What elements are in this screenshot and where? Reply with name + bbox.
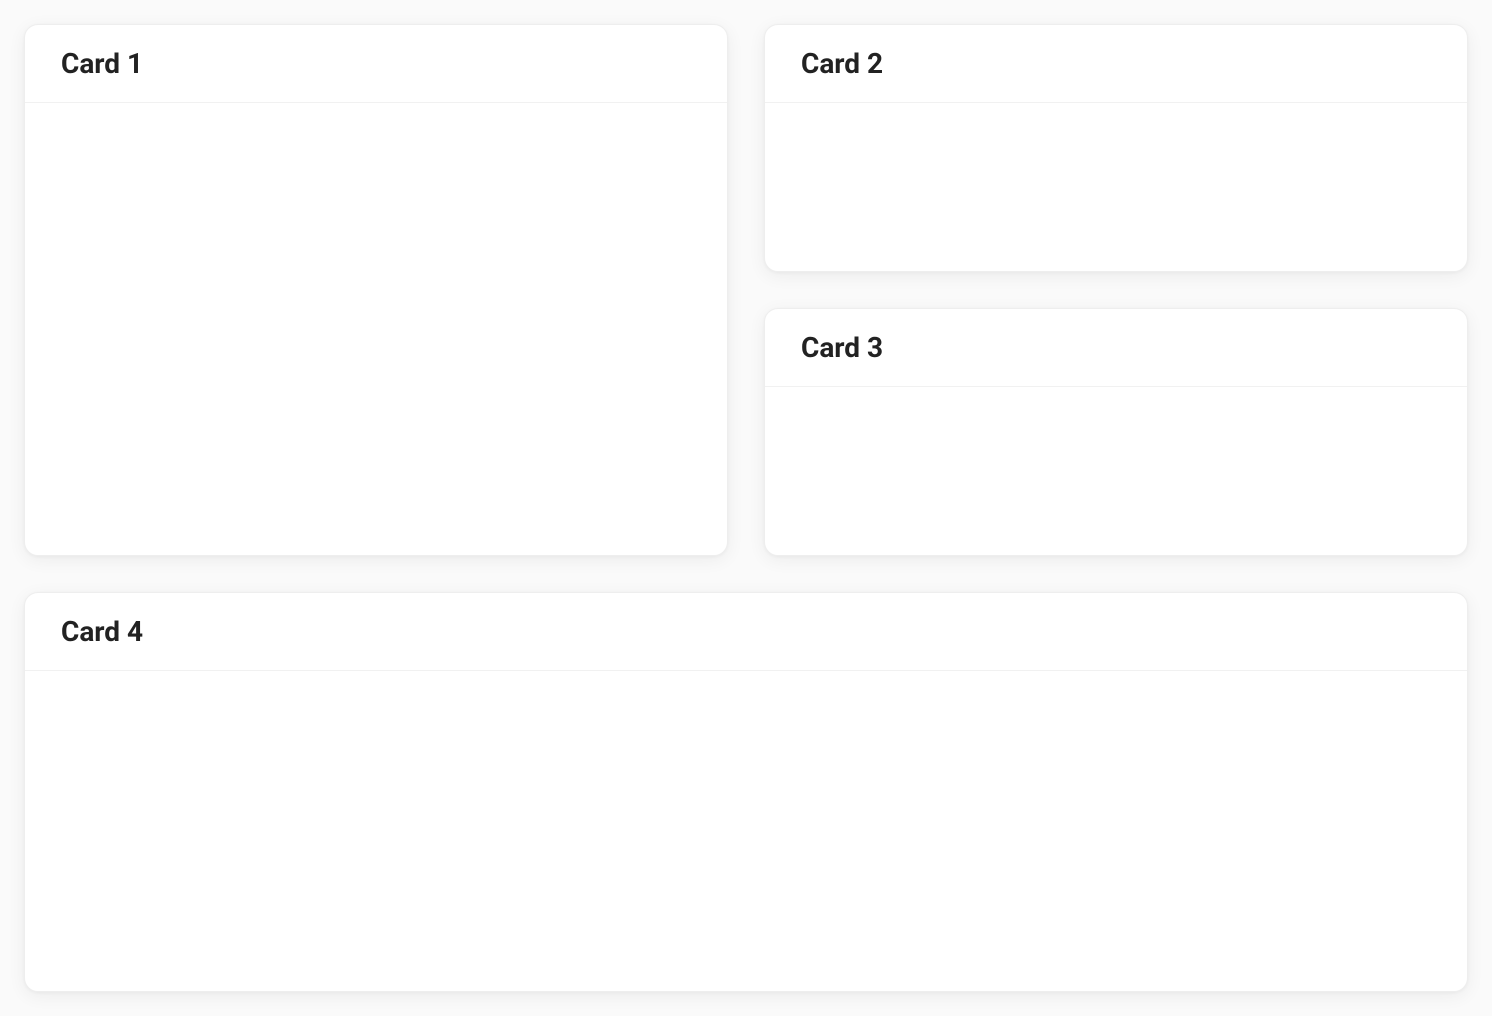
card-4-title: Card 4 <box>25 593 1467 671</box>
card-4-body <box>25 671 1467 991</box>
card-3-title: Card 3 <box>765 309 1467 387</box>
card-2-body <box>765 103 1467 271</box>
card-grid: Card 1 Card 2 Card 3 Card 4 <box>24 24 1468 992</box>
card-3-body <box>765 387 1467 555</box>
card-3: Card 3 <box>764 308 1468 556</box>
card-4: Card 4 <box>24 592 1468 992</box>
card-1-body <box>25 103 727 555</box>
card-1: Card 1 <box>24 24 728 556</box>
card-1-title: Card 1 <box>25 25 727 103</box>
card-2: Card 2 <box>764 24 1468 272</box>
card-2-title: Card 2 <box>765 25 1467 103</box>
